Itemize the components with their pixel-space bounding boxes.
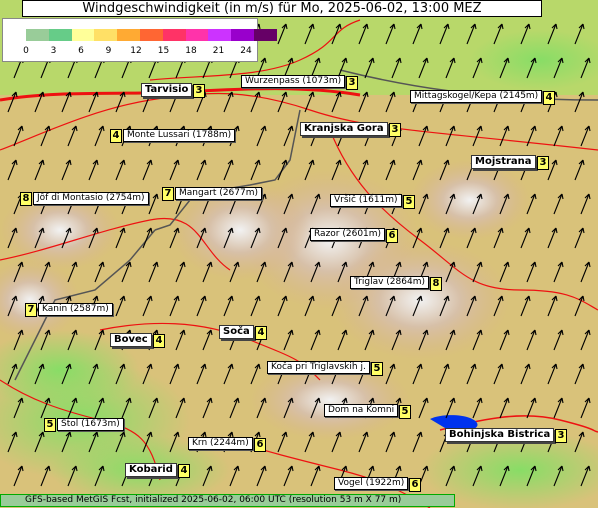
wind-speed-value: 3 [346,76,358,90]
legend-color-segment [26,29,50,41]
place-name-label: Bohinjska Bistrica [445,428,555,442]
place-name-label: Jôf di Montasio (2754m) [33,192,149,205]
wind-speed-value: 7 [162,187,174,201]
place-name-label: Monte Lussari (1788m) [123,129,236,142]
legend-tick-label: 3 [50,46,57,56]
place-name-label: Mangart (2677m) [175,187,262,200]
place-name-label: Kranjska Gora [300,122,388,136]
wind-speed-value: 5 [44,418,56,432]
wind-speed-value: 3 [389,123,401,137]
legend-tick-label: 12 [130,46,142,56]
wind-speed-legend: 0 3 6 9 12 15 18 21 24 [2,18,278,62]
legend-color-segment [117,29,141,41]
legend-tick-label: 6 [78,46,84,56]
place-name-label: Mojstrana [471,155,536,169]
place-name-label: Razor (2601m) [310,228,386,241]
place-name-label: Mittagskogel/Kepa (2145m) [410,90,543,103]
legend-color-segment [71,29,95,41]
legend-color-segment [162,29,187,41]
wind-speed-value: 4 [255,326,267,340]
wind-speed-value: 4 [543,91,555,105]
place-name-label: Wurzenpass (1073m) [241,75,346,88]
legend-color-segment [185,29,209,41]
wind-speed-value: 5 [371,362,383,376]
legend-color-segment [254,29,278,41]
legend-color-segment [231,29,255,41]
wind-map: Windgeschwindigkeit (in m/s) für Mo, 202… [0,0,598,508]
wind-speed-value: 8 [430,277,442,291]
wind-speed-value: 6 [386,229,398,243]
wind-speed-value: 3 [537,156,549,170]
place-name-label: Bovec [110,333,152,347]
place-name-label: Stol (1673m) [57,418,124,431]
wind-speed-value: 8 [20,192,32,206]
map-title: Windgeschwindigkeit (in m/s) für Mo, 202… [22,0,542,17]
legend-tick-label: 21 [212,46,225,56]
place-name-label: Kobarid [125,463,177,477]
wind-speed-value: 5 [399,405,411,419]
place-name-label: Soča [219,325,254,339]
wind-speed-value: 3 [555,429,567,443]
legend-color-segment [94,29,118,41]
place-name-label: Triglav (2864m) [350,276,429,289]
wind-speed-value: 4 [153,334,165,348]
legend-tick-label: 24 [240,46,252,56]
place-name-label: Krn (2244m) [188,437,253,450]
forecast-footer: GFS-based MetGIS Fcst, initialized 2025-… [0,494,455,507]
wind-speed-value: 3 [193,84,205,98]
wind-speed-value: 5 [403,195,415,209]
place-name-label: Dom na Komni [324,404,399,417]
legend-tick-label: 0 [23,46,29,56]
legend-tick-label: 9 [105,46,112,56]
legend-colorbar [26,29,278,41]
place-name-label: Vršič (1611m) [330,194,402,207]
wind-speed-value: 4 [178,464,190,478]
legend-color-segment [48,29,73,41]
wind-speed-value: 7 [25,303,37,317]
place-name-label: Tarvisio [141,83,193,97]
place-name-label: Kanin (2587m) [38,303,113,316]
wind-speed-value: 6 [409,478,421,492]
place-name-label: Vogel (1922m) [334,477,409,490]
legend-tick-label: 15 [157,46,170,56]
legend-color-segment [140,29,164,41]
legend-color-segment [208,29,232,41]
place-name-label: Koča pri Triglavskih j. [267,361,370,374]
wind-speed-value: 6 [254,438,266,452]
legend-tick-label: 18 [185,46,197,56]
wind-speed-value: 4 [110,129,122,143]
